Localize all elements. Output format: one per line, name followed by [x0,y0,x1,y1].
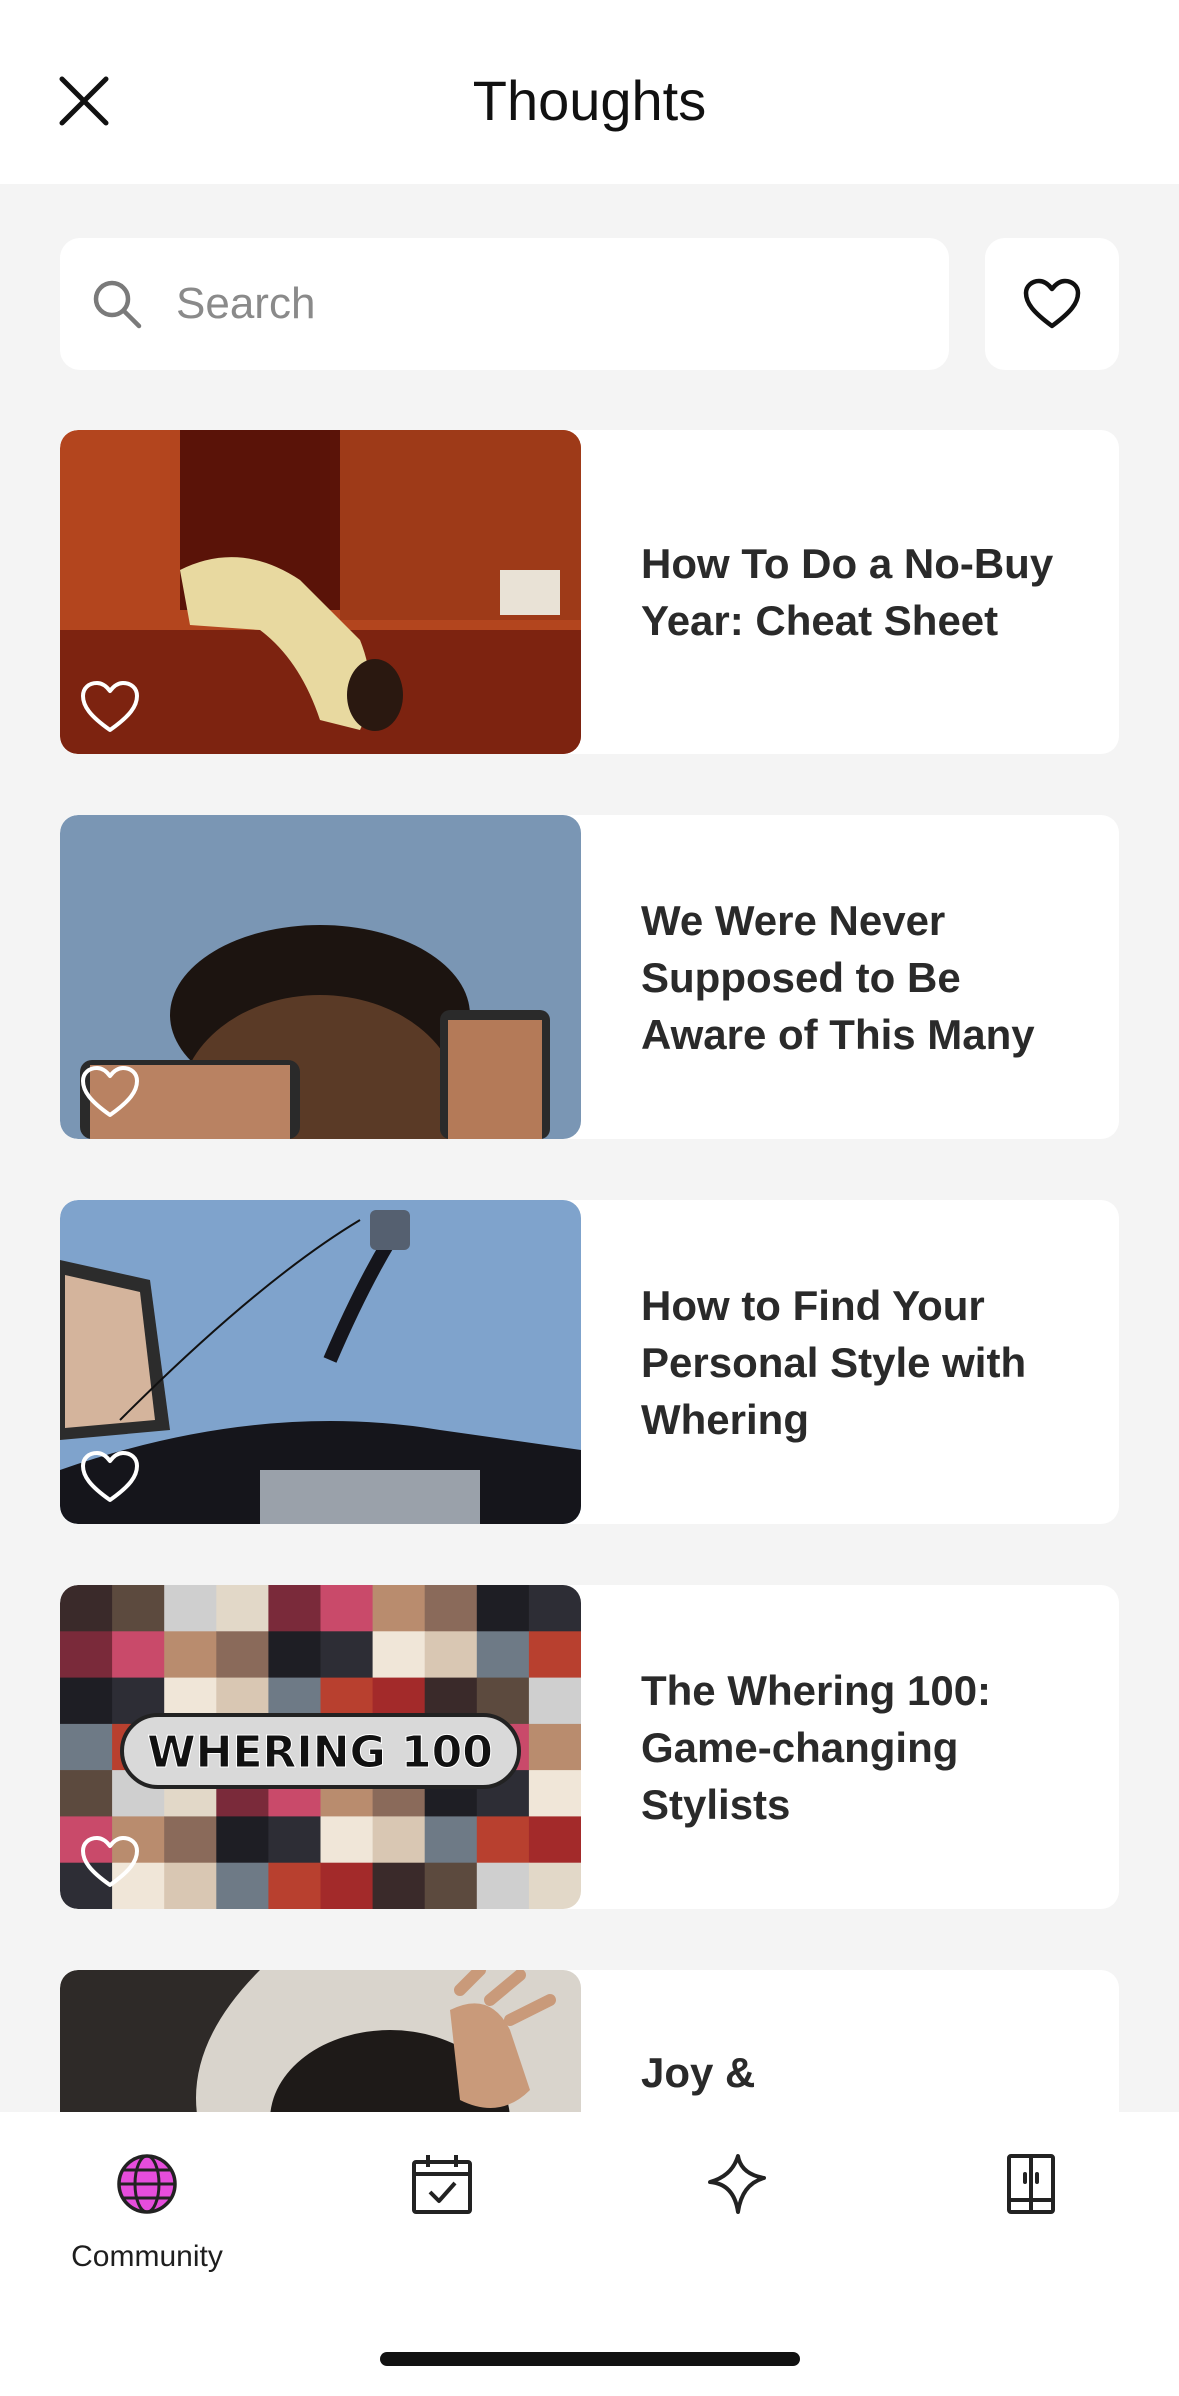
article-card[interactable]: WHERING 100 The Whering 100: Game-changi… [60,1585,1119,1909]
collage-tile [60,1631,113,1679]
favorite-heart-icon[interactable] [80,1835,140,1889]
collage-tile [268,1585,321,1632]
collage-tile [424,1631,478,1679]
article-title: We Were Never Supposed to Be Aware of Th… [641,896,1035,1058]
home-indicator [380,2352,800,2366]
collage-tile [528,1585,581,1632]
collage-tile [320,1862,374,1909]
page-title: Thoughts [472,69,707,132]
search-bar[interactable] [60,238,949,370]
favorites-filter-button[interactable] [985,238,1119,370]
search-icon [82,269,152,339]
article-list: How To Do a No-Buy Year: Cheat Sheet We … [60,430,1119,2112]
article-title: How to Find Your Personal Style with Whe… [641,1281,1027,1443]
sparkle-icon [708,2154,766,2214]
article-card[interactable]: How To Do a No-Buy Year: Cheat Sheet [60,430,1119,754]
article-thumbnail [60,1970,581,2112]
collage-tile [268,1631,321,1679]
collage-tile [528,1631,581,1679]
collage-tile [320,1631,374,1679]
nav-item-calendar[interactable] [352,2152,532,2292]
collage-tile [112,1631,165,1679]
globe-icon [117,2154,177,2214]
collage-tile [320,1585,374,1632]
favorite-heart-icon[interactable] [80,1450,140,1504]
heart-icon [1023,278,1081,329]
collage-tile [216,1631,269,1679]
collage-tile [164,1585,217,1632]
calendar-check-icon [412,2155,472,2214]
collage-tile [476,1862,530,1909]
article-thumbnail [60,1200,581,1524]
favorite-heart-icon[interactable] [80,680,140,734]
collage-tile [164,1631,217,1679]
collage-tile [164,1816,217,1864]
collage-tile [60,1770,113,1817]
nav-item-style[interactable] [646,2152,826,2292]
collage-tile [528,1816,581,1864]
article-thumbnail [60,430,581,754]
collage-tile [528,1770,581,1817]
wardrobe-icon [1007,2154,1055,2214]
collage-tile [60,1585,113,1632]
collage-tile [216,1585,269,1632]
collage-tile [112,1585,165,1632]
article-title: The Whering 100: Game-changing Stylists [641,1666,992,1828]
collage-tile [528,1862,581,1909]
collage-tile [216,1862,269,1909]
favorite-heart-icon[interactable] [80,1065,140,1119]
article-title: How To Do a No-Buy Year: Cheat Sheet [641,540,1054,644]
collage-tile [372,1816,426,1864]
collage-tile [164,1862,217,1909]
nav-label-community: Community [71,2240,223,2273]
article-card[interactable]: How to Find Your Personal Style with Whe… [60,1200,1119,1524]
collage-tile [476,1816,530,1864]
collage-tile [268,1862,321,1909]
collage-tile [216,1816,269,1864]
collage-tile [424,1585,478,1632]
header: Thoughts [0,0,1179,184]
collage-tile [476,1585,530,1632]
collage-tile [60,1677,113,1725]
article-thumbnail [60,815,581,1139]
collage-tile [424,1816,478,1864]
thumbnail-overlay-text: WHERING 100 [147,1727,493,1778]
collage-tile [268,1816,321,1864]
collage-tile [372,1862,426,1909]
collage-tile [476,1631,530,1679]
article-card[interactable]: Joy & [60,1970,1119,2112]
article-title: Joy & [641,2049,756,2096]
article-image [60,1970,581,2112]
collage-tile [528,1677,581,1725]
article-card[interactable]: We Were Never Supposed to Be Aware of Th… [60,815,1119,1139]
search-input[interactable] [176,279,896,329]
nav-item-community[interactable]: Community [57,2152,237,2292]
collage-tile [320,1816,374,1864]
collage-tile [372,1585,426,1632]
collage-tile [372,1631,426,1679]
collage-tile [60,1723,113,1771]
article-thumbnail: WHERING 100 [60,1585,581,1909]
collage-tile [424,1862,478,1909]
collage-tile [528,1723,581,1771]
nav-item-wardrobe[interactable] [941,2152,1121,2292]
